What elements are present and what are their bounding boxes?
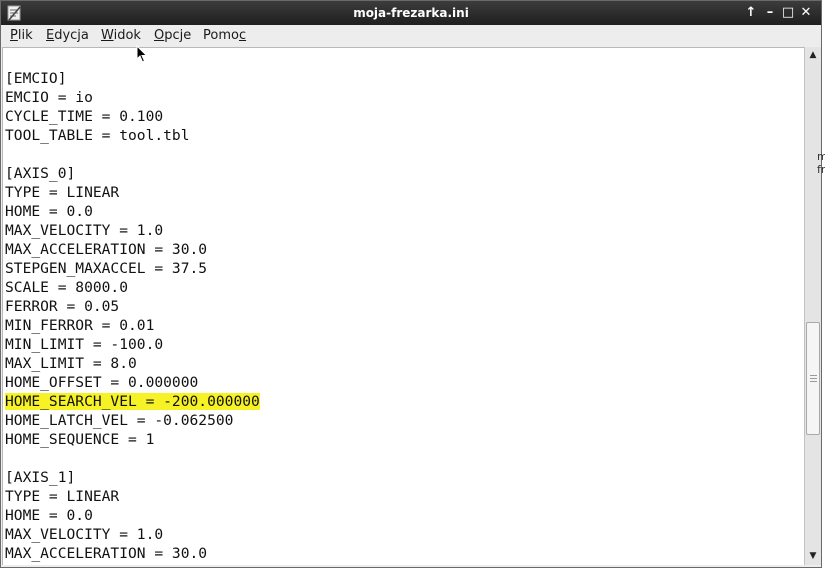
thumb-grip-line <box>810 378 817 379</box>
text-line-content: MAX_VELOCITY = 1.0 <box>5 222 164 239</box>
text-line[interactable] <box>5 449 260 468</box>
text-line[interactable]: MAX_ACCELERATION = 30.0 <box>5 240 260 259</box>
text-line[interactable]: STEPGEN_MAXACCEL = 37.5 <box>5 259 260 278</box>
text-line-content: HOME_SEARCH_VEL = -200.000000 <box>5 393 260 410</box>
text-line-content: TOOL_TABLE = tool.tbl <box>5 127 190 144</box>
background-window-text: fr <box>817 163 825 176</box>
text-line-content: EMCIO = io <box>5 89 93 106</box>
text-line-content: MIN_LIMIT = -100.0 <box>5 336 164 353</box>
text-line[interactable]: EMCIO = io <box>5 88 260 107</box>
text-line[interactable]: HOME = 0.0 <box>5 202 260 221</box>
text-editor-window: moja-frezarka.ini ↑ – □ ✕ Plik Edycja Wi… <box>0 0 822 568</box>
text-line[interactable]: CYCLE_TIME = 0.100 <box>5 107 260 126</box>
text-line-content: [AXIS_1] <box>5 469 76 486</box>
text-line[interactable]: MAX_VELOCITY = 1.0 <box>5 221 260 240</box>
menu-plik[interactable]: Plik <box>10 28 33 43</box>
text-line-content: HOME = 0.0 <box>5 203 93 220</box>
text-line[interactable]: [AXIS_1] <box>5 468 260 487</box>
text-line[interactable]: [EMCIO] <box>5 69 260 88</box>
scroll-thumb[interactable] <box>806 322 820 435</box>
text-line-content: MAX_LIMIT = 8.0 <box>5 355 137 372</box>
menu-bar: Plik Edycja Widok Opcje Pomoc <box>1 25 821 47</box>
text-line-content: HOME_LATCH_VEL = -0.062500 <box>5 412 234 429</box>
text-line[interactable]: [AXIS_0] <box>5 164 260 183</box>
text-line-content: HOME_SEQUENCE = 1 <box>5 431 155 448</box>
text-line-content: [EMCIO] <box>5 70 67 87</box>
text-line[interactable]: MIN_FERROR = 0.01 <box>5 316 260 335</box>
text-line[interactable] <box>5 50 260 69</box>
text-line[interactable]: MIN_LIMIT = -100.0 <box>5 335 260 354</box>
text-line-content: HOME_OFFSET = 0.000000 <box>5 374 199 391</box>
text-line[interactable]: SCALE = 8000.0 <box>5 278 260 297</box>
text-line[interactable]: TYPE = LINEAR <box>5 183 260 202</box>
mouse-pointer-icon <box>136 45 148 63</box>
text-editor-area[interactable]: [EMCIO] EMCIO = io CYCLE_TIME = 0.100 TOOL_… <box>2 47 804 565</box>
text-line[interactable]: HOME_SEARCH_VEL = -200.000000 <box>5 392 260 411</box>
close-button[interactable]: ✕ <box>798 4 814 22</box>
text-line-content: MAX_ACCELERATION = 30.0 <box>5 241 208 258</box>
text-line-content: TYPE = LINEAR <box>5 488 120 505</box>
text-line[interactable]: FERROR = 0.05 <box>5 297 260 316</box>
text-line[interactable]: HOME_OFFSET = 0.000000 <box>5 373 260 392</box>
title-bar[interactable]: moja-frezarka.ini ↑ – □ ✕ <box>1 1 821 25</box>
menu-pomoc[interactable]: Pomoc <box>203 28 246 43</box>
always-on-top-arrow-icon[interactable]: ↑ <box>743 4 759 22</box>
menu-widok[interactable]: Widok <box>101 28 141 43</box>
text-line-content: MAX_VELOCITY = 1.0 <box>5 526 164 543</box>
text-line-content: STEPGEN_MAXACCEL = 37.5 <box>5 260 208 277</box>
text-line[interactable] <box>5 145 260 164</box>
scroll-down-arrow-icon[interactable]: ▼ <box>805 548 821 564</box>
desktop: moja-frezarka.ini ↑ – □ ✕ Plik Edycja Wi… <box>0 0 825 574</box>
scroll-up-arrow-icon[interactable]: ▲ <box>805 47 821 63</box>
text-line-content: HOME = 0.0 <box>5 507 93 524</box>
text-line[interactable]: HOME_SEQUENCE = 1 <box>5 430 260 449</box>
text-line-content: MIN_FERROR = 0.01 <box>5 317 155 334</box>
thumb-grip-line <box>810 381 817 382</box>
text-line[interactable]: MAX_VELOCITY = 1.0 <box>5 525 260 544</box>
file-content[interactable]: [EMCIO] EMCIO = io CYCLE_TIME = 0.100 TOOL_… <box>5 50 260 563</box>
thumb-grip-line <box>810 375 817 376</box>
vertical-scrollbar[interactable]: ▲ ▼ <box>804 47 821 565</box>
menu-opcje[interactable]: Opcje <box>154 28 191 43</box>
text-line[interactable]: HOME = 0.0 <box>5 506 260 525</box>
minimize-button[interactable]: – <box>762 4 778 22</box>
maximize-button[interactable]: □ <box>780 4 796 22</box>
text-line[interactable]: MAX_ACCELERATION = 30.0 <box>5 544 260 563</box>
text-line-content: MAX_ACCELERATION = 30.0 <box>5 545 208 562</box>
text-line-content: FERROR = 0.05 <box>5 298 120 315</box>
text-line-content: SCALE = 8000.0 <box>5 279 129 296</box>
background-window-text: m <box>817 150 825 163</box>
text-line[interactable]: MAX_LIMIT = 8.0 <box>5 354 260 373</box>
text-line-content: [AXIS_0] <box>5 165 76 182</box>
text-line[interactable]: HOME_LATCH_VEL = -0.062500 <box>5 411 260 430</box>
menu-edycja[interactable]: Edycja <box>46 28 89 43</box>
text-line[interactable]: TYPE = LINEAR <box>5 487 260 506</box>
window-title: moja-frezarka.ini <box>353 6 469 20</box>
text-line-content: TYPE = LINEAR <box>5 184 120 201</box>
text-line-content: CYCLE_TIME = 0.100 <box>5 108 164 125</box>
text-line[interactable]: TOOL_TABLE = tool.tbl <box>5 126 260 145</box>
